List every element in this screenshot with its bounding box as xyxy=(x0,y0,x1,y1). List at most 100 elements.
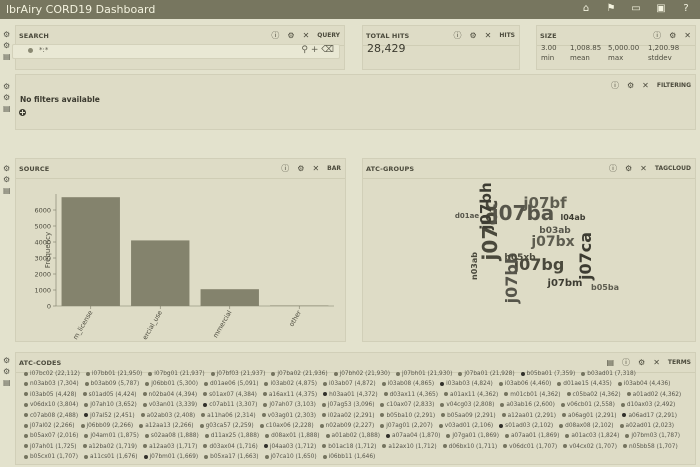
term-item[interactable]: i03ab08 (4,865) xyxy=(381,379,434,389)
term-item[interactable]: a12ax10 (1,712) xyxy=(382,442,437,452)
folder-icon[interactable]: ▭ xyxy=(630,3,642,14)
term-item[interactable]: j07bf03 (21,937) xyxy=(210,369,265,379)
settings-icon[interactable]: ⚙ xyxy=(297,164,304,173)
term-item[interactable]: b05aa09 (2,291) xyxy=(441,411,496,421)
help-icon[interactable]: ? xyxy=(680,3,692,14)
term-item[interactable]: j07al02 (2,266) xyxy=(24,421,75,431)
term-item[interactable]: d03ax04 (1,716) xyxy=(203,442,258,452)
term-item[interactable]: a01ad02 (4,362) xyxy=(626,390,681,400)
term-item[interactable]: s02aa08 (1,888) xyxy=(144,431,199,441)
term-item[interactable]: c07ab11 (3,307) xyxy=(203,400,257,410)
term-item[interactable]: b01ac18 (1,712) xyxy=(322,442,376,452)
term-item[interactable]: a01ab02 (1,888) xyxy=(325,431,380,441)
add-icon[interactable]: + xyxy=(311,45,319,55)
term-item[interactable]: d01ae15 (4,435) xyxy=(557,379,612,389)
term-item[interactable]: n03ab03 (7,304) xyxy=(24,379,79,389)
gear-icon[interactable]: ⚙ xyxy=(3,356,11,365)
gear-icon[interactable]: ⚙ xyxy=(3,82,11,91)
gear-icon[interactable]: ⚙ xyxy=(3,164,11,173)
term-item[interactable]: h03aa01 (4,372) xyxy=(323,390,378,400)
term-item[interactable]: j07ca10 (1,650) xyxy=(264,452,317,462)
close-icon[interactable]: ✕ xyxy=(684,31,691,40)
gear-icon[interactable]: ⚙ xyxy=(3,367,11,376)
info-icon[interactable]: ⓘ xyxy=(609,163,617,174)
term-item[interactable]: a03ab16 (2,600) xyxy=(500,400,555,410)
term-item[interactable]: j07ba01 (21,928) xyxy=(458,369,515,379)
flag-icon[interactable]: ⚑ xyxy=(605,3,617,14)
settings-icon[interactable]: ⚙ xyxy=(625,164,632,173)
term-item[interactable]: b03ab09 (5,787) xyxy=(84,379,139,389)
chart-icon[interactable]: ▤ xyxy=(3,186,11,195)
term-item[interactable]: b05ba10 (2,291) xyxy=(380,411,435,421)
term-item[interactable]: b05ax07 (2,016) xyxy=(24,431,78,441)
term-item[interactable]: c05ba02 (4,362) xyxy=(566,390,621,400)
settings-icon[interactable]: ⚙ xyxy=(627,81,634,90)
close-icon[interactable]: ✕ xyxy=(485,31,492,40)
term-item[interactable]: b05cx01 (1,707) xyxy=(24,452,78,462)
term-item[interactable]: j07ah10 (3,652) xyxy=(84,400,137,410)
close-icon[interactable]: ✕ xyxy=(303,31,310,40)
close-icon[interactable]: ✕ xyxy=(653,358,660,367)
chart-icon[interactable]: ▤ xyxy=(3,104,11,113)
term-item[interactable]: j07bh01 (21,930) xyxy=(396,369,452,379)
term-item[interactable]: i07bb01 (21,950) xyxy=(85,369,142,379)
term-item[interactable]: a11cs01 (1,676) xyxy=(84,452,138,462)
term-item[interactable]: j07ag53 (3,096) xyxy=(321,400,374,410)
home-icon[interactable]: ⌂ xyxy=(580,3,592,14)
term-item[interactable]: c10ax07 (2,833) xyxy=(380,400,434,410)
term-item[interactable]: s01ad05 (4,424) xyxy=(82,390,137,400)
term-item[interactable]: j07bm03 (1,787) xyxy=(625,431,680,441)
search-input[interactable]: *:* ⚲ + ⌫ xyxy=(12,44,340,59)
term-item[interactable]: a07aa04 (1,870) xyxy=(386,431,440,441)
term-item[interactable]: v04cg03 (2,808) xyxy=(440,400,494,410)
term-item[interactable]: j07ba02 (21,936) xyxy=(271,369,328,379)
sort-icon[interactable]: ▤ xyxy=(606,358,614,367)
term-item[interactable]: a11ha06 (2,314) xyxy=(201,411,256,421)
term-item[interactable]: n02ba04 (4,394) xyxy=(142,390,197,400)
term-item[interactable]: i02aa02 (2,291) xyxy=(322,411,374,421)
term-item[interactable]: j07ah01 (1,725) xyxy=(24,442,77,452)
term-item[interactable]: a12aa03 (1,717) xyxy=(143,442,197,452)
term-item[interactable]: j07al52 (2,451) xyxy=(84,411,135,421)
term-item[interactable]: s01ax07 (4,384) xyxy=(203,390,257,400)
term-item[interactable]: a07aa01 (1,869) xyxy=(504,431,559,441)
term-item[interactable]: d03ax11 (4,365) xyxy=(383,390,438,400)
info-icon[interactable]: ⓘ xyxy=(653,30,661,41)
term-item[interactable]: i03ab06 (4,460) xyxy=(498,379,551,389)
settings-icon[interactable]: ⚙ xyxy=(669,31,676,40)
info-icon[interactable]: ⓘ xyxy=(622,357,630,368)
save-icon[interactable]: ▣ xyxy=(655,3,667,14)
term-item[interactable]: c07ab08 (2,488) xyxy=(24,411,78,421)
term-item[interactable]: j06bb09 (2,266) xyxy=(80,421,133,431)
term-item[interactable]: i06bb11 (1,646) xyxy=(322,452,375,462)
term-item[interactable]: v03ag01 (2,303) xyxy=(261,411,316,421)
term-item[interactable]: d01ae06 (5,091) xyxy=(203,379,258,389)
term-item[interactable]: a12ba02 (1,719) xyxy=(82,442,137,452)
term-item[interactable]: a06ad17 (2,291) xyxy=(622,411,677,421)
info-icon[interactable]: ⓘ xyxy=(281,163,289,174)
term-item[interactable]: a01ax11 (4,362) xyxy=(444,390,498,400)
add-filter-icon[interactable] xyxy=(19,109,26,116)
clear-icon[interactable]: ⌫ xyxy=(321,45,334,55)
term-item[interactable]: m01cb01 (4,362) xyxy=(504,390,561,400)
term-item[interactable]: j07ga01 (1,869) xyxy=(446,431,499,441)
term-item[interactable]: j06bb01 (5,300) xyxy=(145,379,198,389)
info-icon[interactable]: ⓘ xyxy=(611,80,619,91)
term-item[interactable]: i03ab02 (4,875) xyxy=(264,379,317,389)
term-item[interactable]: j04am01 (1,875) xyxy=(84,431,139,441)
term-item[interactable]: i07bg01 (21,937) xyxy=(148,369,205,379)
term-item[interactable]: a12aa13 (2,266) xyxy=(139,421,194,431)
term-item[interactable]: v03ad01 (2,106) xyxy=(438,421,493,431)
gear-icon[interactable]: ⚙ xyxy=(3,30,11,39)
term-item[interactable]: a01ac03 (1,824) xyxy=(565,431,619,441)
close-icon[interactable]: ✕ xyxy=(640,164,647,173)
term-item[interactable]: d10ax03 (2,492) xyxy=(620,400,675,410)
close-icon[interactable]: ✕ xyxy=(312,164,319,173)
settings-icon[interactable]: ⚙ xyxy=(469,31,476,40)
term-item[interactable]: g03ca57 (2,259) xyxy=(199,421,254,431)
term-item[interactable]: b03ad01 (7,318) xyxy=(581,369,636,379)
term-item[interactable]: i07bc02 (22,112) xyxy=(24,369,80,379)
term-item[interactable]: d11ax25 (1,888) xyxy=(204,431,259,441)
term-item[interactable]: j07bh02 (21,930) xyxy=(333,369,390,379)
close-icon[interactable]: ✕ xyxy=(642,81,649,90)
